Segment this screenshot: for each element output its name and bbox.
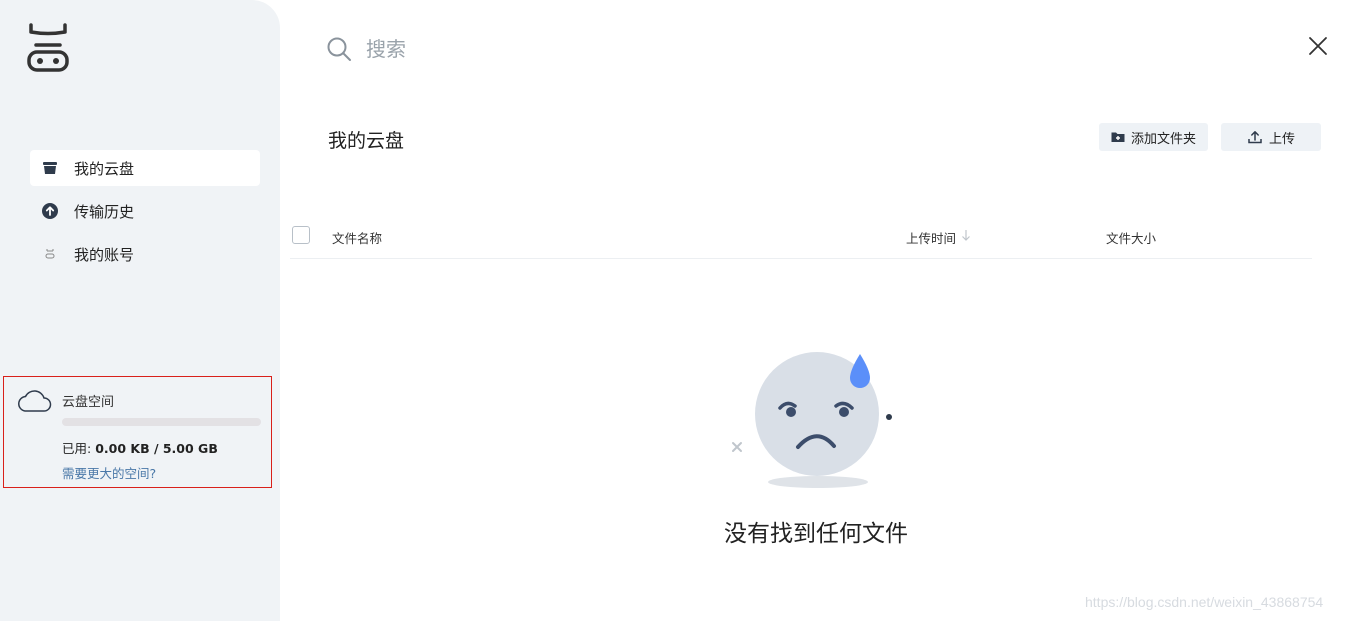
sidebar-item-label: 我的云盘 [74, 159, 135, 178]
file-table-header: 文件名称 上传时间 文件大小 [290, 222, 1312, 259]
sidebar-item-transfer-history[interactable]: 传输历史 [30, 193, 260, 229]
sidebar-nav: 我的云盘 传输历史 我的账号 [30, 150, 260, 279]
search-input[interactable] [366, 32, 1066, 66]
sidebar-item-my-drive[interactable]: 我的云盘 [30, 150, 260, 186]
close-icon[interactable] [1304, 32, 1332, 60]
upload-icon [1248, 131, 1262, 144]
column-file-name[interactable]: 文件名称 [332, 228, 382, 247]
upload-circle-icon [40, 201, 60, 221]
add-folder-label: 添加文件夹 [1130, 131, 1196, 147]
upload-label: 上传 [1268, 131, 1295, 147]
column-upload-time[interactable]: 上传时间 [906, 228, 956, 247]
folder-plus-icon [1111, 132, 1125, 142]
storage-used-label: 已用: [62, 441, 96, 456]
sidebar-item-label: 我的账号 [74, 245, 135, 264]
page-title: 我的云盘 [328, 130, 405, 152]
storage-progress-bar [62, 418, 261, 426]
sort-down-arrow-icon[interactable] [960, 228, 972, 242]
user-icon [40, 244, 60, 264]
sad-face-illustration [732, 352, 892, 488]
cloud-icon [18, 390, 52, 412]
select-all-checkbox[interactable] [292, 226, 310, 244]
storage-used-text: 已用: 0.00 KB / 5.00 GB [62, 438, 218, 457]
more-space-link[interactable]: 需要更大的空间? [62, 463, 156, 482]
storage-panel: 云盘空间 已用: 0.00 KB / 5.00 GB 需要更大的空间? [3, 376, 272, 488]
add-folder-button[interactable]: 添加文件夹 [1099, 123, 1208, 151]
sidebar-item-my-account[interactable]: 我的账号 [30, 236, 260, 272]
upload-button[interactable]: 上传 [1221, 123, 1321, 151]
storage-title: 云盘空间 [62, 395, 115, 410]
storage-used-value: 0.00 KB / 5.00 GB [95, 441, 218, 456]
search-icon [327, 37, 351, 61]
drive-icon [40, 158, 60, 178]
sidebar-item-label: 传输历史 [74, 202, 135, 221]
app-window: 我的云盘 传输历史 我的账号 云盘空间 已用: 0.00 KB / 5.00 G… [0, 0, 1366, 621]
app-logo-icon[interactable] [26, 22, 70, 74]
watermark: https://blog.csdn.net/weixin_43868754 [1085, 594, 1324, 610]
empty-message: 没有找到任何文件 [724, 521, 908, 547]
column-file-size[interactable]: 文件大小 [1106, 228, 1156, 247]
